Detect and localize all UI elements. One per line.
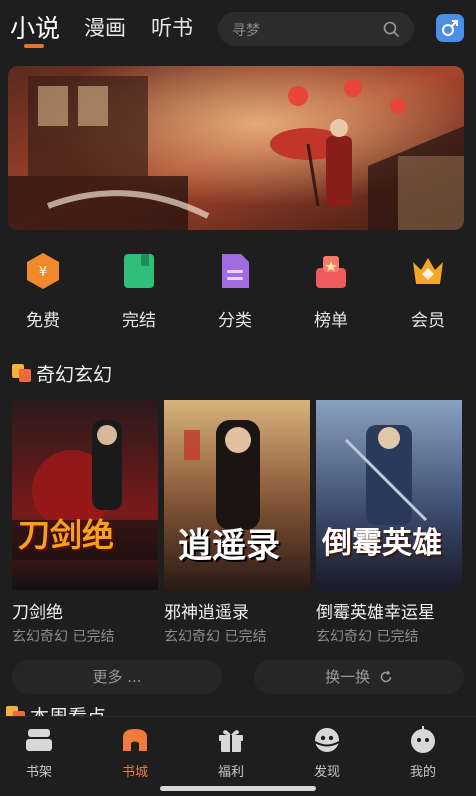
nav-profile[interactable]: 我的 (388, 723, 458, 783)
book-cover[interactable]: 刀剑绝 (12, 400, 158, 590)
banner-illustration (8, 66, 464, 230)
top-bar: 小说 漫画 听书 寻梦 (0, 0, 476, 58)
category-vip[interactable]: 会员 (393, 246, 463, 336)
more-button[interactable]: 更多 ... (12, 660, 222, 694)
male-icon (442, 20, 458, 36)
search-icon (383, 21, 399, 37)
section-title: 奇幻玄幻 (36, 364, 113, 386)
book-title: 倒霉英雄幸运星 (316, 603, 435, 623)
category-label: 免费 (26, 311, 60, 331)
profile-icon (411, 726, 435, 753)
next-section-title: 本周看点 (30, 702, 106, 716)
book-meta: 玄幻奇幻 已完结 (164, 629, 267, 645)
nav-label: 书架 (25, 765, 52, 780)
promo-banner[interactable] (8, 66, 464, 230)
cover-title-text: 倒霉英雄 (322, 526, 442, 561)
coin-hexagon-icon: ¥ (27, 253, 59, 289)
bottom-navigation: 书架 书城 福利 发现 我的 (0, 716, 476, 796)
category-row: ¥ 免费 完结 分类 榜单 会员 (0, 246, 476, 336)
active-tab-indicator (24, 44, 44, 48)
nav-label: 发现 (313, 765, 340, 780)
book-cover[interactable]: 倒霉英雄 (316, 400, 462, 590)
next-section-header: 本周看点 (6, 700, 146, 716)
search-placeholder: 寻梦 (232, 23, 260, 39)
bookshelf-icon (26, 729, 52, 751)
category-ranking[interactable]: 榜单 (296, 246, 366, 336)
gender-switch-button[interactable] (436, 14, 464, 42)
refresh-button[interactable]: 换一换 (254, 660, 464, 694)
book-meta: 玄幻奇幻 已完结 (316, 629, 419, 645)
section-marker-icon (12, 364, 31, 382)
book-title: 刀剑绝 (12, 603, 63, 623)
nav-discover[interactable]: 发现 (292, 723, 362, 783)
section-marker-icon (6, 706, 25, 716)
category-label: 分类 (218, 311, 252, 331)
refresh-icon (380, 670, 392, 683)
nav-bookshelf[interactable]: 书架 (4, 723, 74, 783)
book-title: 邪神逍遥录 (164, 603, 249, 623)
home-indicator (160, 786, 316, 791)
document-icon (222, 254, 249, 288)
nav-bookstore[interactable]: 书城 (100, 723, 170, 783)
bookstore-icon (123, 729, 147, 751)
nav-label: 书城 (121, 765, 148, 780)
gift-icon (219, 730, 243, 752)
cover-art-image (12, 400, 158, 590)
refresh-label: 换一换 (325, 668, 371, 686)
ranking-icon (316, 256, 346, 288)
category-label: 会员 (411, 311, 445, 331)
tab-novel[interactable]: 小说 (10, 9, 60, 45)
category-classify[interactable]: 分类 (200, 246, 270, 336)
crown-icon (413, 258, 443, 284)
nav-welfare[interactable]: 福利 (196, 723, 266, 783)
category-label: 完结 (122, 311, 156, 331)
cover-title-text: 刀剑绝 (18, 516, 115, 554)
book-cover[interactable]: 逍遥录 (164, 400, 310, 590)
category-finished[interactable]: 完结 (104, 246, 174, 336)
category-label: 榜单 (314, 311, 348, 331)
nav-label: 福利 (217, 765, 244, 780)
tab-comic[interactable]: 漫画 (84, 12, 126, 42)
nav-label: 我的 (409, 765, 436, 780)
discover-icon (314, 728, 340, 752)
search-input[interactable]: 寻梦 (218, 12, 414, 46)
book-meta: 玄幻奇幻 已完结 (12, 629, 115, 645)
category-free[interactable]: ¥ 免费 (8, 246, 78, 336)
svg-text:¥: ¥ (39, 265, 47, 280)
tab-audiobook[interactable]: 听书 (151, 12, 193, 42)
book-icon (124, 254, 154, 288)
cover-title-text: 逍遥录 (178, 526, 280, 566)
